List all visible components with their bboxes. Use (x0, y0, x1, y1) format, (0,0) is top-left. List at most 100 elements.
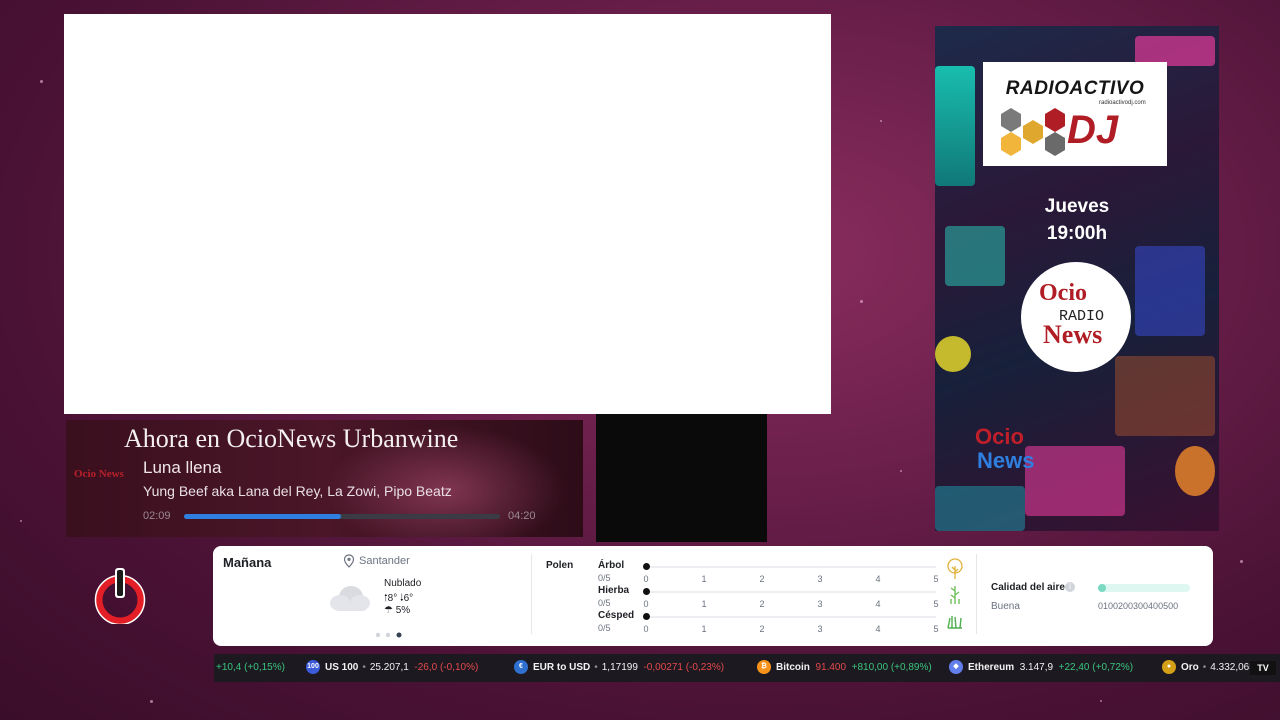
euro-dollar-icon: € (514, 660, 528, 675)
bitcoin-icon: ₿ (757, 660, 771, 675)
pollen-value: 0/5 (598, 573, 611, 583)
pollen-tick: 1 (701, 599, 707, 609)
air-quality-value: Buena (991, 601, 1020, 612)
pollen-value: 0/5 (598, 623, 611, 633)
pollen-tick: 2 (759, 574, 765, 584)
ocio-radio-news-logo: Ocio RADIO News (1021, 262, 1131, 372)
song-progress-bar (184, 514, 500, 519)
now-playing-widget: Ahora en OcioNews Urbanwine Ocio News Lu… (66, 420, 583, 537)
carousel-dots[interactable] (375, 632, 405, 638)
black-video-box (596, 414, 767, 542)
show-day: Jueves (1044, 196, 1110, 217)
lawn-pollen-icon (947, 616, 962, 629)
pollen-tick: 4 (875, 574, 881, 584)
air-quality-scale: 0100200300400500 (1098, 601, 1179, 611)
pollen-tick: 1 (701, 624, 707, 634)
pollen-name: Árbol (598, 560, 625, 571)
hexagon-pattern-icon (1001, 108, 1065, 156)
air-quality-bar (1098, 584, 1190, 592)
pollen-row-hierba: Hierba 0/5 0 1 2 3 4 5 (598, 585, 960, 611)
radioactivo-logo-title: RADIOACTIVO (1005, 78, 1145, 99)
ticker-price: 4.332,065 (1210, 662, 1255, 673)
umbrella-icon: ☂ (384, 605, 396, 616)
song-artist: Yung Beef aka Lana del Rey, La Zowi, Pip… (143, 483, 452, 499)
market-ticker: +10,4 (+0,15%) 100 US 100 • 25.207,1 -26,0 … (214, 654, 1280, 682)
radio-promo-poster: RADIOACTIVO radioactivodj.com DJ Jueves … (935, 26, 1219, 531)
pollen-track (646, 591, 936, 593)
pollen-row-cesped: Césped 0/5 0 1 2 3 4 5 (598, 610, 962, 636)
pollen-name: Hierba (598, 585, 630, 596)
radioactivo-logo-url: radioactivodj.com (1099, 100, 1146, 106)
ticker-change: +10,4 (+0,15%) (216, 662, 285, 673)
ticker-price: 3.147,9 (1019, 662, 1054, 673)
video-placeholder-panel (64, 14, 831, 414)
ticker-change: +810,00 (+0,89%) (851, 662, 932, 673)
ocio-news-bottom-logo: Ocio News (973, 418, 1063, 478)
ticker-name: Ethereum (968, 662, 1015, 673)
air-quality-title: Calidad del aire (991, 582, 1065, 593)
rain-chance-value: 5% (395, 605, 411, 616)
pollen-level-dot (643, 588, 650, 595)
info-icon[interactable]: i (1065, 582, 1075, 592)
location-pin-icon (343, 554, 355, 568)
ticker-price: 91.400 (815, 662, 847, 673)
rain-chance: ☂ 5% (384, 605, 410, 616)
ticker-item-bitcoin[interactable]: ₿ Bitcoin 91.400 +810,00 (+0,89%) (757, 654, 932, 682)
bottom-logo-ocio: Ocio (975, 424, 1024, 449)
divider (531, 554, 532, 634)
ticker-lead-change: +10,4 (+0,15%) (216, 654, 285, 682)
pollen-tick: 0 (643, 574, 649, 584)
ticker-change: -0,00271 (-0,23%) (643, 662, 725, 673)
song-progress-fill (184, 514, 341, 519)
pollen-tick: 1 (701, 574, 707, 584)
now-playing-heading: Ahora en OcioNews Urbanwine (124, 424, 459, 453)
weather-widget: Mañana Santander Nublado 🠑8° 🠓6° ☂ 5% Po… (213, 546, 1213, 646)
gold-icon: ● (1162, 660, 1176, 675)
pollen-tick: 0 (643, 599, 649, 609)
pollen-row-arbol: Árbol 0/5 0 1 2 3 4 5 (598, 558, 963, 586)
pollen-level-dot (643, 613, 650, 620)
circle-logo-news: News (1043, 320, 1103, 349)
ocio-news-logo: Ocio News (74, 468, 124, 480)
song-title: Luna llena (143, 458, 222, 477)
power-icon (94, 568, 146, 624)
total-time: 04:20 (508, 510, 536, 522)
ticker-item-ethereum[interactable]: ◆ Ethereum 3.147,9 +22,40 (+0,72%) (949, 654, 1133, 682)
forecast-day: Mañana (223, 555, 272, 570)
pollen-tick: 3 (817, 624, 823, 634)
ticker-price: 25.207,1 (369, 662, 409, 673)
pollen-tick: 5 (933, 599, 939, 609)
pollen-tick: 4 (875, 599, 881, 609)
air-quality-level-dot (1098, 584, 1106, 592)
tradingview-logo[interactable]: TV (1250, 661, 1276, 675)
ticker-item-oro[interactable]: ● Oro • 4.332,065 (1162, 654, 1255, 682)
us100-icon: 100 (306, 660, 320, 675)
weather-location: Santander (359, 555, 410, 567)
pollen-tick: 5 (933, 574, 939, 584)
tree-pollen-icon (947, 558, 963, 579)
ticker-name: US 100 (325, 662, 359, 673)
ethereum-icon: ◆ (949, 660, 963, 675)
pollen-tick: 3 (817, 599, 823, 609)
ticker-name: Oro (1181, 662, 1199, 673)
pollen-tick: 0 (643, 624, 649, 634)
ticker-item-eurusd[interactable]: € EUR to USD • 1,17199 -0,00271 (-0,23%) (514, 654, 724, 682)
ticker-price: 1,17199 (601, 662, 638, 673)
pollen-tick: 4 (875, 624, 881, 634)
pollen-tick: 2 (759, 599, 765, 609)
circle-logo-ocio: Ocio (1039, 280, 1087, 306)
pollen-value: 0/5 (598, 598, 611, 608)
radioactivo-dj-logo: RADIOACTIVO radioactivodj.com DJ (983, 62, 1167, 166)
pollen-track (646, 566, 936, 568)
pollen-title: Polen (546, 560, 574, 571)
weather-condition: Nublado (384, 578, 422, 589)
bottom-logo-news: News (977, 448, 1035, 473)
pollen-name: Césped (598, 610, 635, 621)
ticker-change: -26,0 (-0,10%) (414, 662, 479, 673)
pollen-tick: 2 (759, 624, 765, 634)
pollen-tick: 5 (933, 624, 939, 634)
ticker-item-us100[interactable]: 100 US 100 • 25.207,1 -26,0 (-0,10%) (306, 654, 478, 682)
show-time: 19:00h (1046, 223, 1108, 244)
cloud-icon (330, 586, 370, 611)
ticker-change: +22,40 (+0,72%) (1058, 662, 1134, 673)
